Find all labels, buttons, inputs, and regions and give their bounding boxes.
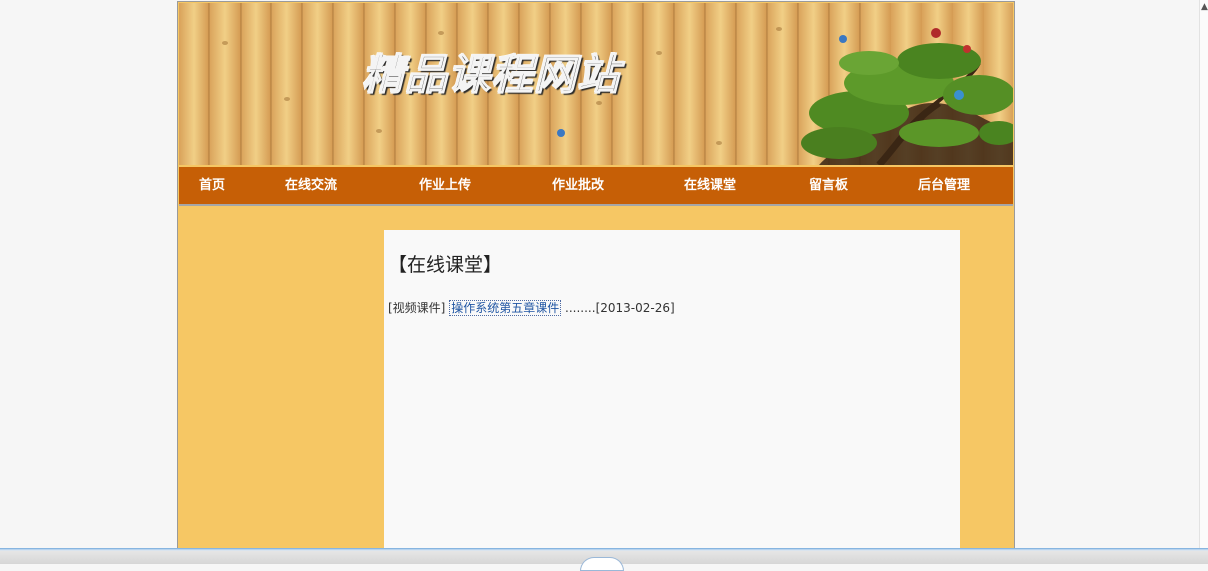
scroll-up-arrow-icon[interactable]: ▲ xyxy=(1201,2,1208,12)
nav-item-online-classroom[interactable]: 在线课堂 xyxy=(684,167,736,204)
entry-dots: ........ xyxy=(565,301,596,315)
list-item: [视频课件] 操作系统第五章课件 ........[2013-02-26] xyxy=(388,300,675,316)
nav-item-admin[interactable]: 后台管理 xyxy=(918,167,970,204)
site-title: 精品课程网站 xyxy=(361,49,621,99)
nav-item-home[interactable]: 首页 xyxy=(199,167,225,204)
section-title: 【在线课堂】 xyxy=(388,254,503,276)
nav-item-homework-upload[interactable]: 作业上传 xyxy=(419,167,471,204)
start-orb-icon[interactable] xyxy=(580,557,624,571)
nav-item-homework-grading[interactable]: 作业批改 xyxy=(552,167,604,204)
site-banner: 精品课程网站 xyxy=(179,3,1013,165)
main-navigation: 首页 在线交流 作业上传 作业批改 在线课堂 留言板 后台管理 xyxy=(179,167,1013,206)
content-panel: 【在线课堂】 [视频课件] 操作系统第五章课件 ........[2013-02… xyxy=(384,230,960,563)
page-container: 精品课程网站 首页 在线交流 作业上传 作业批改 在线课堂 留言板 后台管理 【… xyxy=(177,1,1015,564)
entry-date: [2013-02-26] xyxy=(595,301,675,315)
nav-item-online-chat[interactable]: 在线交流 xyxy=(285,167,337,204)
vertical-scrollbar[interactable]: ▲ xyxy=(1199,0,1208,548)
taskbar xyxy=(0,548,1208,571)
entry-category: [视频课件] xyxy=(388,301,446,315)
courseware-link[interactable]: 操作系统第五章课件 xyxy=(449,300,562,316)
nav-item-message-board[interactable]: 留言板 xyxy=(809,167,848,204)
